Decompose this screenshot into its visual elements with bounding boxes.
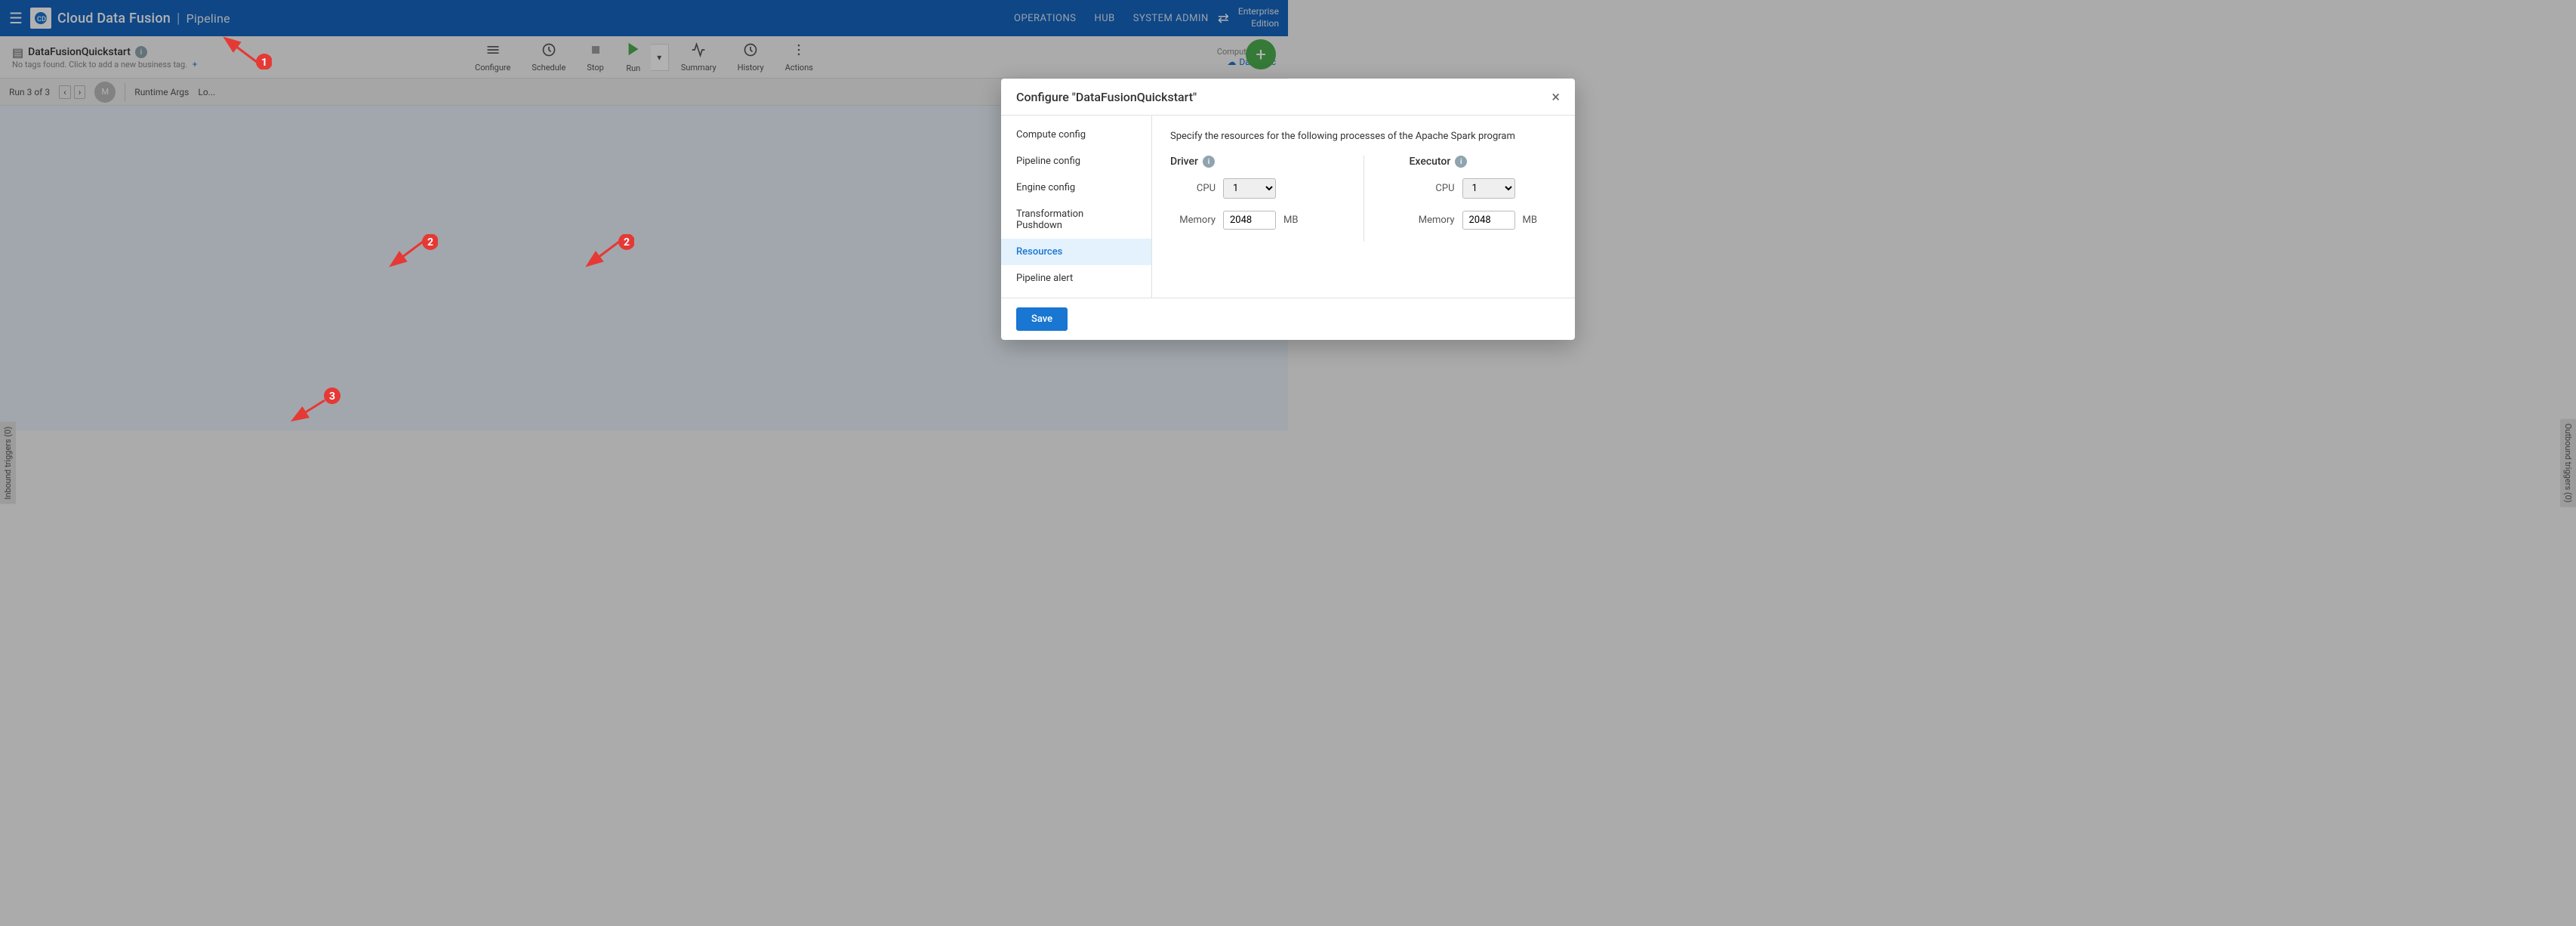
driver-memory-row: Memory MB [1170,211,1318,230]
resources-divider [1363,156,1364,242]
sidebar-resources[interactable]: Resources [1001,239,1151,265]
annotation-1-arrow: 1 [211,24,272,69]
sidebar-pipeline-alert[interactable]: Pipeline alert [1001,265,1151,292]
modal-sidebar: Compute config Pipeline config Engine co… [1001,116,1152,298]
executor-header: Executor i [1410,156,1558,168]
executor-memory-row: Memory MB [1410,211,1558,230]
modal-content: Specify the resources for the following … [1152,116,1575,298]
driver-header: Driver i [1170,156,1318,168]
modal-footer: Save [1001,298,1575,340]
svg-text:2: 2 [427,236,433,248]
modal-close-button[interactable]: × [1551,89,1560,104]
modal-overlay: Configure "DataFusionQuickstart" × Compu… [0,0,2576,926]
executor-label: Executor [1410,156,1451,168]
executor-cpu-label: CPU [1410,183,1455,194]
executor-memory-unit: MB [1523,215,1537,226]
annotation-3-arrow: 3 [272,385,347,431]
configure-modal: Configure "DataFusionQuickstart" × Compu… [1001,79,1575,340]
executor-cpu-select[interactable]: 1 2 4 8 [1462,178,1515,199]
driver-memory-label: Memory [1170,215,1216,226]
driver-section: Driver i CPU 1 2 4 8 [1170,156,1318,242]
modal-title: Configure "DataFusionQuickstart" [1016,90,1197,104]
driver-label: Driver [1170,156,1198,168]
executor-memory-label: Memory [1410,215,1455,226]
modal-body: Compute config Pipeline config Engine co… [1001,116,1575,298]
annotation-2a-arrow: 2 [377,234,438,279]
resources-grid: Driver i CPU 1 2 4 8 [1170,156,1557,242]
sidebar-compute-config[interactable]: Compute config [1001,122,1151,148]
executor-memory-input[interactable] [1462,211,1515,230]
executor-info-icon[interactable]: i [1455,156,1467,168]
driver-memory-unit: MB [1283,215,1298,226]
executor-cpu-row: CPU 1 2 4 8 [1410,178,1558,199]
sidebar-pipeline-config[interactable]: Pipeline config [1001,148,1151,174]
driver-cpu-row: CPU 1 2 4 8 [1170,178,1318,199]
modal-header: Configure "DataFusionQuickstart" × [1001,79,1575,116]
sidebar-engine-config[interactable]: Engine config [1001,174,1151,201]
svg-text:3: 3 [329,390,335,403]
annotation-2b-arrow: 2 [574,234,634,279]
driver-memory-input[interactable] [1223,211,1276,230]
svg-text:2: 2 [624,236,630,248]
resources-section-title: Specify the resources for the following … [1170,131,1557,142]
svg-text:1: 1 [261,57,267,69]
sidebar-transformation-pushdown[interactable]: TransformationPushdown [1001,201,1151,239]
driver-info-icon[interactable]: i [1203,156,1215,168]
save-button[interactable]: Save [1016,307,1068,331]
executor-section: Executor i CPU 1 2 4 8 [1410,156,1558,242]
driver-cpu-select[interactable]: 1 2 4 8 [1223,178,1276,199]
driver-cpu-label: CPU [1170,183,1216,194]
